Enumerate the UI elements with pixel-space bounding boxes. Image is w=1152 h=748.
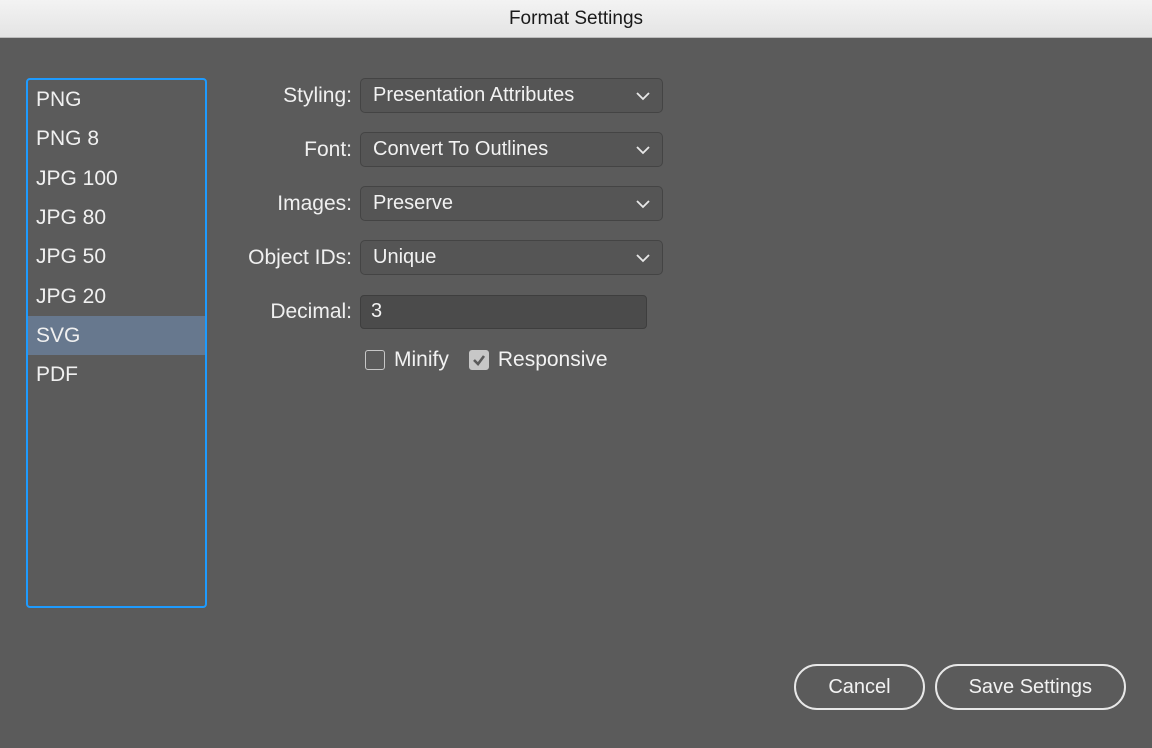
row-images: Images: Preserve (225, 186, 685, 221)
format-item-jpg50[interactable]: JPG 50 (28, 237, 205, 276)
titlebar: Format Settings (0, 0, 1152, 38)
format-label: JPG 100 (36, 167, 118, 190)
chevron-down-icon (636, 89, 650, 103)
format-label: PNG (36, 88, 82, 111)
format-item-jpg80[interactable]: JPG 80 (28, 198, 205, 237)
cancel-button-label: Cancel (828, 676, 890, 699)
row-styling: Styling: Presentation Attributes (225, 78, 685, 113)
row-font: Font: Convert To Outlines (225, 132, 685, 167)
dialog-body: PNG PNG 8 JPG 100 JPG 80 JPG 50 JPG 20 S… (0, 38, 1152, 748)
label-responsive: Responsive (498, 348, 608, 372)
select-images[interactable]: Preserve (360, 186, 663, 221)
select-styling[interactable]: Presentation Attributes (360, 78, 663, 113)
select-font[interactable]: Convert To Outlines (360, 132, 663, 167)
minify-wrap[interactable]: Minify (365, 348, 449, 372)
format-label: JPG 50 (36, 245, 106, 268)
row-checkboxes: Minify Responsive (365, 348, 685, 372)
format-item-pdf[interactable]: PDF (28, 355, 205, 394)
dialog-footer: Cancel Save Settings (794, 664, 1126, 710)
window-title: Format Settings (509, 8, 643, 30)
save-settings-button[interactable]: Save Settings (935, 664, 1126, 710)
settings-panel: Styling: Presentation Attributes Font: C… (225, 78, 685, 372)
format-list[interactable]: PNG PNG 8 JPG 100 JPG 80 JPG 50 JPG 20 S… (26, 78, 207, 608)
format-label: JPG 80 (36, 206, 106, 229)
format-item-png[interactable]: PNG (28, 80, 205, 119)
chevron-down-icon (636, 251, 650, 265)
format-label: SVG (36, 324, 80, 347)
format-label: PNG 8 (36, 127, 99, 150)
select-images-value: Preserve (373, 192, 453, 215)
row-decimal: Decimal: (225, 294, 685, 329)
select-object-ids[interactable]: Unique (360, 240, 663, 275)
label-minify: Minify (394, 348, 449, 372)
format-item-jpg20[interactable]: JPG 20 (28, 277, 205, 316)
save-settings-button-label: Save Settings (969, 676, 1092, 699)
checkbox-responsive[interactable] (469, 350, 489, 370)
select-styling-value: Presentation Attributes (373, 84, 574, 107)
label-styling: Styling: (225, 84, 360, 108)
checkbox-minify[interactable] (365, 350, 385, 370)
row-object-ids: Object IDs: Unique (225, 240, 685, 275)
chevron-down-icon (636, 143, 650, 157)
cancel-button[interactable]: Cancel (794, 664, 924, 710)
responsive-wrap[interactable]: Responsive (469, 348, 608, 372)
format-label: PDF (36, 363, 78, 386)
format-item-png8[interactable]: PNG 8 (28, 119, 205, 158)
label-font: Font: (225, 138, 360, 162)
label-object-ids: Object IDs: (225, 246, 360, 270)
format-item-jpg100[interactable]: JPG 100 (28, 159, 205, 198)
format-label: JPG 20 (36, 285, 106, 308)
format-item-svg[interactable]: SVG (28, 316, 205, 355)
label-decimal: Decimal: (225, 300, 360, 324)
label-images: Images: (225, 192, 360, 216)
select-object-ids-value: Unique (373, 246, 436, 269)
select-font-value: Convert To Outlines (373, 138, 548, 161)
chevron-down-icon (636, 197, 650, 211)
input-decimal[interactable] (360, 295, 647, 329)
